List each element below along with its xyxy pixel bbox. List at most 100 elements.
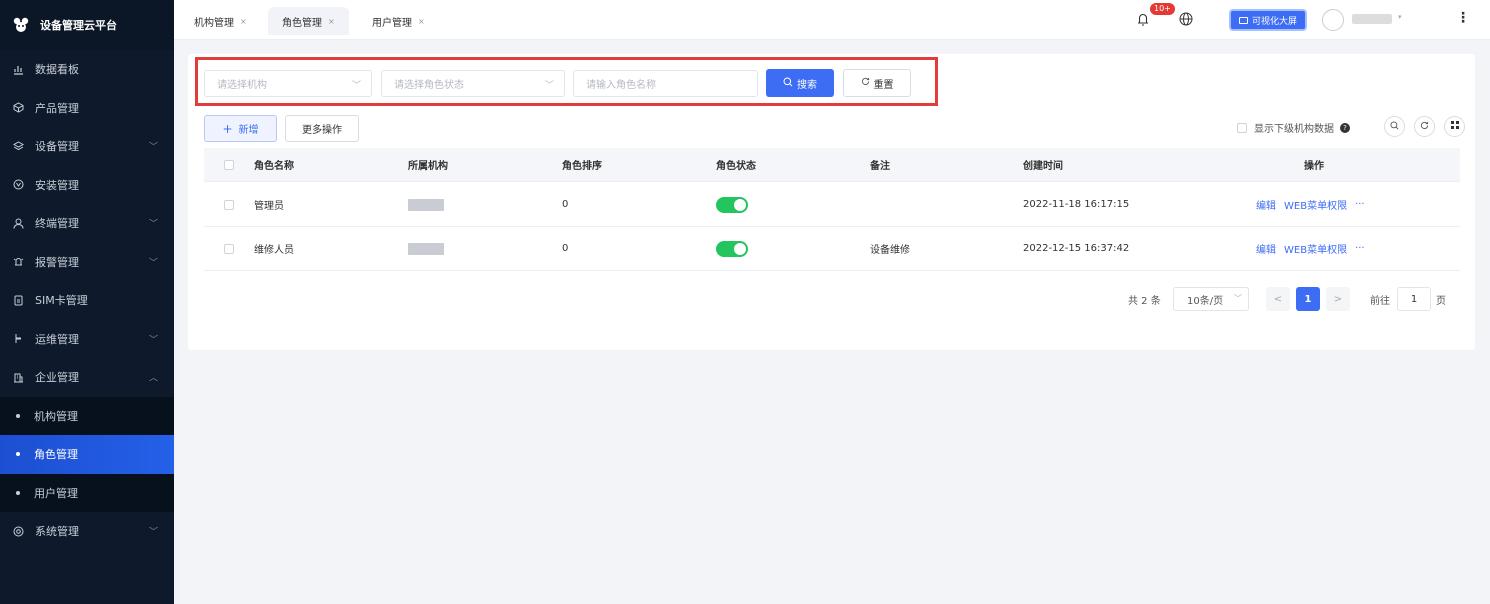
cell-operations: 编辑 WEB菜单权限 ··· [1256, 183, 1373, 226]
search-toggle-button[interactable] [1384, 116, 1405, 137]
close-icon[interactable]: × [328, 17, 335, 26]
add-button[interactable]: + 新增 [204, 115, 277, 142]
settings-icon [12, 525, 24, 537]
tab-role[interactable]: 角色管理 × [268, 7, 349, 35]
page-button-current[interactable]: 1 [1296, 287, 1320, 311]
tab-label: 机构管理 [194, 17, 234, 29]
header-sort[interactable]: 角色排序 [562, 148, 602, 181]
bullet-icon [16, 413, 20, 418]
search-button[interactable]: 搜索 [766, 69, 834, 97]
next-page-button[interactable]: > [1326, 287, 1350, 311]
sidebar-item-alarm[interactable]: 报警管理 ﹀ [0, 243, 174, 282]
role-name-input[interactable]: 请输入角色名称 [573, 70, 758, 97]
refresh-icon [1420, 121, 1429, 133]
logo-icon [12, 16, 30, 34]
notification-badge: 10+ [1150, 3, 1175, 15]
columns-button[interactable] [1444, 116, 1465, 137]
more-icon[interactable]: ··· [1355, 243, 1365, 254]
brand-title: 设备管理云平台 [40, 19, 117, 32]
status-toggle[interactable] [716, 240, 748, 257]
cell-remark: 设备维修 [870, 245, 910, 256]
sidebar-item-label: 运维管理 [35, 332, 79, 346]
bell-icon[interactable] [1134, 10, 1152, 28]
sidebar-item-label: 系统管理 [35, 525, 79, 539]
sidebar: 设备管理云平台 数据看板 产品管理 设备管理 ﹀ 安装管理 终端管理 ﹀ 报警管… [0, 0, 174, 604]
goto-page-input[interactable]: 1 [1397, 287, 1431, 311]
more-vertical-icon[interactable]: ⋮ [1456, 10, 1470, 26]
sidebar-item-user[interactable]: 用户管理 [0, 474, 174, 513]
search-icon [1390, 120, 1399, 133]
chevron-down-icon: ﹀ [544, 81, 554, 91]
row-checkbox[interactable] [224, 227, 234, 270]
more-actions-button[interactable]: 更多操作 [285, 115, 359, 142]
status-select[interactable]: 请选择角色状态 ﹀ [381, 70, 565, 97]
show-sub-org-checkbox[interactable]: 显示下级机构数据 ? [1237, 120, 1350, 135]
show-sub-label: 显示下级机构数据 [1254, 124, 1334, 135]
bullet-icon [16, 452, 20, 457]
sidebar-item-label: 用户管理 [34, 486, 78, 500]
avatar[interactable] [1322, 9, 1344, 31]
page-size-select[interactable]: 10条/页 ﹀ [1173, 287, 1249, 311]
header-status[interactable]: 角色状态 [716, 148, 756, 181]
help-icon[interactable]: ? [1340, 122, 1350, 133]
sidebar-item-role[interactable]: 角色管理 [0, 435, 174, 474]
page-size-value: 10条/页 [1187, 295, 1224, 307]
brand[interactable]: 设备管理云平台 [0, 0, 174, 50]
sidebar-item-org[interactable]: 机构管理 [0, 397, 174, 436]
grid-icon [1450, 121, 1459, 132]
sidebar-item-dashboard[interactable]: 数据看板 [0, 50, 174, 89]
sidebar-item-label: SIM卡管理 [35, 294, 88, 308]
checkbox[interactable] [1237, 122, 1247, 133]
sidebar-item-device[interactable]: 设备管理 ﹀ [0, 127, 174, 166]
visual-screen-button[interactable]: 可视化大屏 [1229, 9, 1308, 31]
sidebar-item-label: 设备管理 [35, 140, 79, 154]
refresh-icon [861, 77, 870, 89]
top-bar: 机构管理 × 角色管理 × 用户管理 × 10+ 可视化大屏 ▾ ⋮ [174, 0, 1490, 40]
status-toggle[interactable] [716, 196, 748, 213]
sidebar-item-label: 终端管理 [35, 217, 79, 231]
reset-button[interactable]: 重置 [843, 69, 911, 97]
sidebar-item-sim[interactable]: SIM卡管理 [0, 281, 174, 320]
edit-link[interactable]: 编辑 [1256, 241, 1276, 256]
chevron-down-icon: ﹀ [148, 335, 158, 346]
sidebar-item-product[interactable]: 产品管理 [0, 89, 174, 128]
org-select[interactable]: 请选择机构 ﹀ [204, 70, 372, 97]
sidebar-item-enterprise[interactable]: 企业管理 ︿ [0, 358, 174, 397]
chevron-down-icon[interactable]: ▾ [1398, 13, 1402, 21]
edit-link[interactable]: 编辑 [1256, 197, 1276, 212]
chevron-down-icon: ﹀ [1234, 294, 1242, 303]
chevron-down-icon: ﹀ [351, 81, 361, 91]
table-row: 维修人员 0 设备维修 2022-12-15 16:37:42 编辑 WEB菜单… [204, 227, 1460, 271]
cell-sort: 0 [562, 243, 569, 254]
header-created[interactable]: 创建时间 [1023, 148, 1063, 181]
sidebar-item-label: 机构管理 [34, 409, 78, 423]
sidebar-item-install[interactable]: 安装管理 [0, 166, 174, 205]
sidebar-item-label: 数据看板 [35, 63, 79, 77]
chevron-down-icon: ﹀ [148, 527, 158, 538]
select-all-checkbox[interactable] [224, 148, 234, 181]
cell-operations: 编辑 WEB菜单权限 ··· [1256, 227, 1373, 270]
header-role-name[interactable]: 角色名称 [254, 148, 294, 181]
sidebar-item-system[interactable]: 系统管理 ﹀ [0, 512, 174, 551]
sidebar-item-maintenance[interactable]: 运维管理 ﹀ [0, 320, 174, 359]
web-menu-permission-link[interactable]: WEB菜单权限 [1284, 197, 1347, 212]
web-menu-permission-link[interactable]: WEB菜单权限 [1284, 241, 1347, 256]
tab-org[interactable]: 机构管理 × [180, 7, 261, 35]
header-remark[interactable]: 备注 [870, 148, 890, 181]
header-org[interactable]: 所属机构 [408, 148, 448, 181]
close-icon[interactable]: × [240, 17, 247, 26]
sidebar-item-terminal[interactable]: 终端管理 ﹀ [0, 204, 174, 243]
user-name-redacted[interactable] [1352, 14, 1392, 24]
search-label: 搜索 [797, 79, 817, 91]
tab-user[interactable]: 用户管理 × [358, 7, 439, 35]
sim-icon [12, 294, 24, 306]
globe-icon[interactable] [1178, 11, 1194, 27]
alarm-icon [12, 256, 24, 268]
row-checkbox[interactable] [224, 183, 234, 226]
prev-page-button[interactable]: < [1266, 287, 1290, 311]
refresh-button[interactable] [1414, 116, 1435, 137]
sidebar-item-label: 角色管理 [34, 448, 78, 462]
close-icon[interactable]: × [418, 17, 425, 26]
chevron-up-icon: ︿ [148, 373, 158, 384]
more-icon[interactable]: ··· [1355, 199, 1365, 210]
